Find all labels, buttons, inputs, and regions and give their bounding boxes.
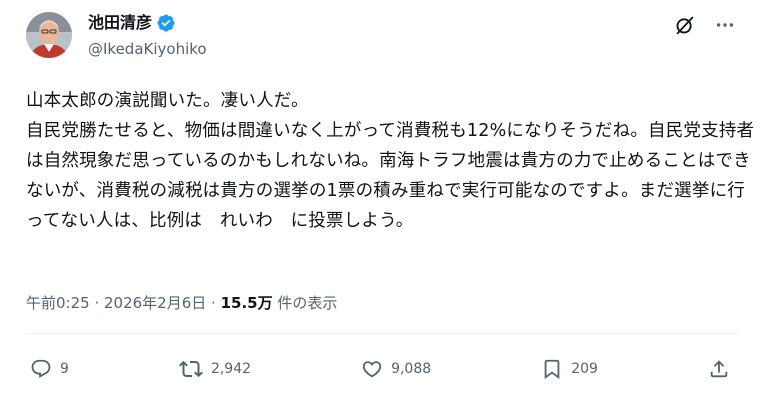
author-display-name[interactable]: 池田清彦 xyxy=(88,13,152,33)
tweet: 池田清彦 @IkedaKiyohiko 山本太郎の演説聞いた。凄い人だ。 自民党… xyxy=(0,0,764,399)
avatar-image xyxy=(26,12,72,58)
avatar[interactable] xyxy=(26,12,72,58)
author-handle[interactable]: @IkedaKiyohiko xyxy=(88,39,207,59)
views-label: 件の表示 xyxy=(272,294,338,312)
repost-icon xyxy=(179,357,203,381)
slashed-circle-icon[interactable] xyxy=(674,14,696,36)
tweet-text: 山本太郎の演説聞いた。凄い人だ。 自民党勝たせると、物価は間違いなく上がって消費… xyxy=(26,91,755,231)
action-bar: 9 2,942 9,088 209 xyxy=(30,355,730,383)
reply-button[interactable]: 9 xyxy=(30,358,69,380)
repost-button[interactable]: 2,942 xyxy=(179,357,251,381)
share-icon xyxy=(708,358,730,380)
share-button[interactable] xyxy=(708,358,730,380)
bookmark-button[interactable]: 209 xyxy=(541,358,598,380)
reply-icon xyxy=(30,358,52,380)
views-count[interactable]: 15.5万 xyxy=(221,293,273,313)
more-horizontal-icon[interactable] xyxy=(714,14,736,36)
bookmark-count: 209 xyxy=(571,361,598,377)
reply-count: 9 xyxy=(60,361,69,377)
author-name-row: 池田清彦 xyxy=(88,13,176,33)
tweet-date[interactable]: 2026年2月6日 xyxy=(104,293,206,313)
repost-count: 2,942 xyxy=(210,361,252,377)
divider xyxy=(26,333,738,334)
verified-badge-icon[interactable] xyxy=(156,13,176,33)
heart-icon xyxy=(361,358,383,380)
like-button[interactable]: 9,088 xyxy=(361,358,431,380)
meta-separator: · xyxy=(89,294,104,312)
like-count: 9,088 xyxy=(391,361,432,377)
tweet-top-actions xyxy=(674,14,736,36)
meta-separator-views: · xyxy=(206,294,221,312)
tweet-time[interactable]: 午前0:25 xyxy=(26,293,90,313)
tweet-meta: 午前0:25 · 2026年2月6日 · 15.5万 件の表示 xyxy=(26,293,337,313)
bookmark-icon xyxy=(541,358,563,380)
